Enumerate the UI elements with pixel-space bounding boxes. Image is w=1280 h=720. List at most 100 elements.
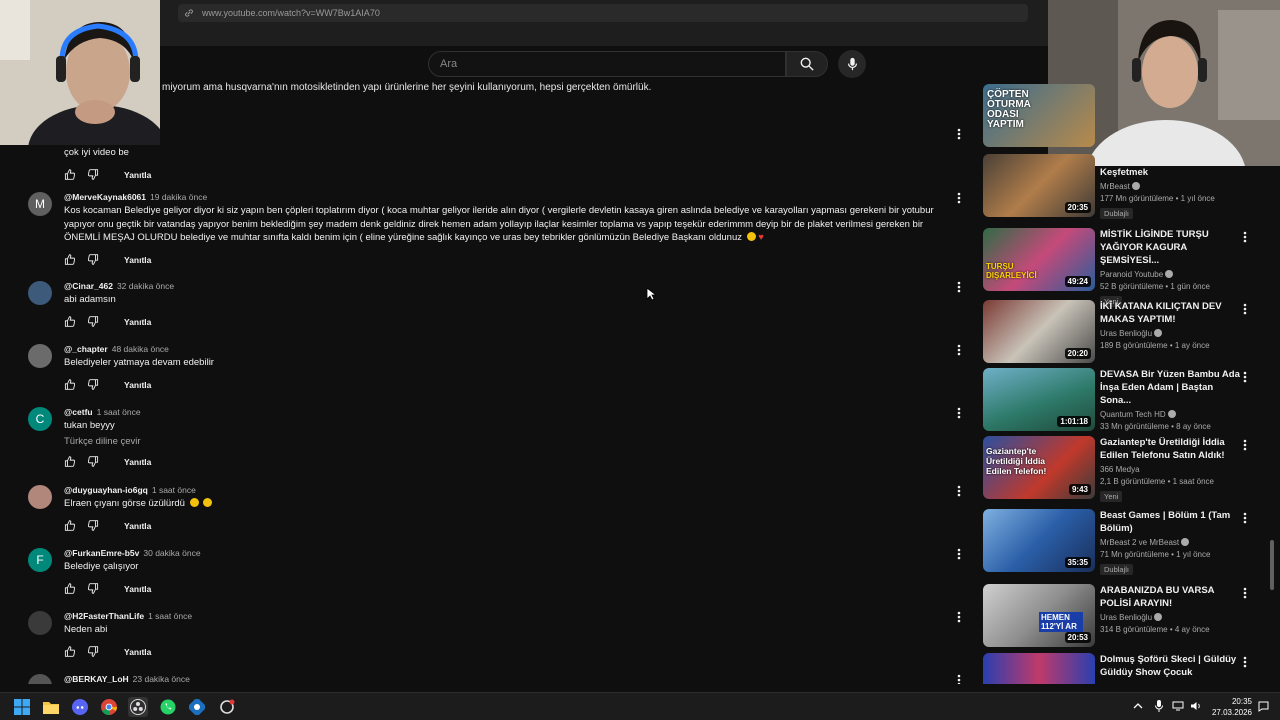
- video-title[interactable]: ARABANIZDA BU VARSA POLİSİ ARAYIN!: [1100, 584, 1240, 610]
- like-icon[interactable]: [64, 646, 76, 658]
- search-button[interactable]: [786, 51, 828, 77]
- video-card[interactable]: 35:35 Beast Games | Bölüm 1 (Tam Bölüm) …: [983, 509, 1253, 575]
- channel-name[interactable]: Quantum Tech HD: [1100, 410, 1240, 419]
- more-options-icon[interactable]: [1243, 586, 1251, 600]
- video-title[interactable]: Dolmuş Şoförü Skeci | Güldüy Güldüy Show…: [1100, 653, 1240, 679]
- video-thumbnail[interactable]: Gaziantep'te Üretildiği İddia Edilen Tel…: [983, 436, 1095, 499]
- dislike-icon[interactable]: [88, 646, 100, 658]
- whatsapp-icon[interactable]: [158, 697, 178, 717]
- comment-time[interactable]: 32 dakika önce: [117, 281, 174, 291]
- avatar[interactable]: M: [28, 192, 52, 216]
- reply-button[interactable]: Yanıtla: [124, 584, 151, 594]
- comment-author[interactable]: @Cinar_462: [64, 281, 113, 291]
- comment-time[interactable]: 48 dakika önce: [112, 344, 169, 354]
- reply-button[interactable]: Yanıtla: [124, 521, 151, 531]
- like-icon[interactable]: [64, 456, 76, 468]
- video-thumbnail[interactable]: TURŞU DIŞARLEYİCİ 49:24: [983, 228, 1095, 291]
- like-icon[interactable]: [64, 520, 76, 532]
- video-title[interactable]: DEVASA Bir Yüzen Bambu Ada İnşa Eden Ada…: [1100, 368, 1240, 407]
- comment-time[interactable]: 1 saat önce: [148, 611, 192, 621]
- comment-time[interactable]: 1 saat önce: [152, 485, 196, 495]
- avatar[interactable]: [28, 281, 52, 305]
- reply-button[interactable]: Yanıtla: [124, 170, 151, 180]
- video-thumbnail[interactable]: 20:35: [983, 154, 1095, 217]
- more-options-icon[interactable]: [954, 128, 964, 142]
- comment-time[interactable]: 1 saat önce: [97, 407, 141, 417]
- more-options-icon[interactable]: [954, 407, 964, 421]
- system-clock[interactable]: 20:35 27.03.2026: [1208, 696, 1252, 718]
- volume-icon[interactable]: [1189, 699, 1203, 713]
- more-options-icon[interactable]: [954, 485, 964, 499]
- like-icon[interactable]: [64, 583, 76, 595]
- video-title[interactable]: Keşfetmek: [1100, 166, 1240, 179]
- reply-button[interactable]: Yanıtla: [124, 317, 151, 327]
- video-title[interactable]: MİSTİK LİGİNDE TURŞU YAĞIYOR KAGURA ŞEMS…: [1100, 228, 1240, 267]
- reply-button[interactable]: Yanıtla: [124, 380, 151, 390]
- page-scrollbar[interactable]: [1270, 540, 1274, 590]
- avatar[interactable]: [28, 611, 52, 635]
- video-thumbnail[interactable]: 20:20: [983, 300, 1095, 363]
- comment-author[interactable]: @cetfu: [64, 407, 93, 417]
- reply-button[interactable]: Yanıtla: [124, 647, 151, 657]
- comment-author[interactable]: @_chapter: [64, 344, 108, 354]
- video-thumbnail[interactable]: ÇÖPTEN OTURMA ODASI YAPTIM: [983, 84, 1095, 147]
- avatar[interactable]: [28, 344, 52, 368]
- channel-name[interactable]: MrBeast 2 ve MrBeast: [1100, 538, 1240, 547]
- more-options-icon[interactable]: [954, 674, 964, 684]
- more-options-icon[interactable]: [954, 548, 964, 562]
- comment-author[interactable]: @FurkanEmre-b5v: [64, 548, 139, 558]
- more-options-icon[interactable]: [1243, 655, 1251, 669]
- like-icon[interactable]: [64, 379, 76, 391]
- comment-author[interactable]: @BERKAY_LoH: [64, 674, 129, 684]
- video-thumbnail[interactable]: HEMEN 112'Yİ AR 20:53: [983, 584, 1095, 647]
- video-card[interactable]: 20:35 Keşfetmek MrBeast 177 Mn görüntüle…: [983, 154, 1253, 219]
- channel-name[interactable]: 366 Medya: [1100, 465, 1240, 474]
- discord-icon[interactable]: [70, 697, 90, 717]
- video-card[interactable]: Dolmuş Şoförü Skeci | Güldüy Güldüy Show…: [983, 653, 1253, 684]
- video-card[interactable]: Gaziantep'te Üretildiği İddia Edilen Tel…: [983, 436, 1253, 502]
- video-thumbnail[interactable]: [983, 653, 1095, 684]
- file-explorer-icon[interactable]: [41, 697, 61, 717]
- more-options-icon[interactable]: [1243, 370, 1251, 384]
- channel-name[interactable]: Paranoid Youtube: [1100, 270, 1240, 279]
- video-card[interactable]: 1:01:18 DEVASA Bir Yüzen Bambu Ada İnşa …: [983, 368, 1253, 432]
- avatar[interactable]: C: [28, 407, 52, 431]
- translate-link[interactable]: Türkçe diline çevir: [64, 436, 934, 447]
- more-options-icon[interactable]: [1243, 230, 1251, 244]
- more-options-icon[interactable]: [954, 192, 964, 206]
- network-icon[interactable]: [1171, 699, 1185, 713]
- more-options-icon[interactable]: [1243, 438, 1251, 452]
- video-thumbnail[interactable]: 35:35: [983, 509, 1095, 572]
- avatar[interactable]: [28, 674, 52, 684]
- search-input[interactable]: [440, 58, 785, 70]
- address-bar[interactable]: www.youtube.com/watch?v=WW7Bw1AIA70: [178, 4, 1028, 22]
- dislike-icon[interactable]: [88, 520, 100, 532]
- voice-search-button[interactable]: [838, 50, 866, 78]
- dislike-icon[interactable]: [88, 583, 100, 595]
- video-card[interactable]: ÇÖPTEN OTURMA ODASI YAPTIM: [983, 84, 1253, 148]
- obs-icon[interactable]: [128, 697, 148, 717]
- dislike-icon[interactable]: [88, 379, 100, 391]
- video-thumbnail[interactable]: 1:01:18: [983, 368, 1095, 431]
- like-icon[interactable]: [64, 316, 76, 328]
- avatar[interactable]: [28, 485, 52, 509]
- chrome-icon[interactable]: [99, 697, 119, 717]
- comment-author[interactable]: @H2FasterThanLife: [64, 611, 144, 621]
- more-options-icon[interactable]: [954, 281, 964, 295]
- more-options-icon[interactable]: [954, 344, 964, 358]
- more-options-icon[interactable]: [954, 611, 964, 625]
- video-title[interactable]: Gaziantep'te Üretildiği İddia Edilen Tel…: [1100, 436, 1240, 462]
- channel-name[interactable]: Uras Benlioğlu: [1100, 613, 1240, 622]
- chevron-up-icon[interactable]: [1131, 699, 1145, 713]
- dislike-icon[interactable]: [88, 169, 100, 181]
- notification-icon[interactable]: [1256, 699, 1270, 713]
- video-card[interactable]: 20:20 İKİ KATANA KILIÇTAN DEV MAKAS YAPT…: [983, 300, 1253, 364]
- microphone-icon[interactable]: [1152, 699, 1166, 713]
- more-options-icon[interactable]: [1243, 302, 1251, 316]
- comment-time[interactable]: 19 dakika önce: [150, 192, 207, 202]
- video-card[interactable]: HEMEN 112'Yİ AR 20:53 ARABANIZDA BU VARS…: [983, 584, 1253, 648]
- dislike-icon[interactable]: [88, 254, 100, 266]
- video-title[interactable]: İKİ KATANA KILIÇTAN DEV MAKAS YAPTIM!: [1100, 300, 1240, 326]
- app-icon[interactable]: [217, 697, 237, 717]
- steam-icon[interactable]: [187, 697, 207, 717]
